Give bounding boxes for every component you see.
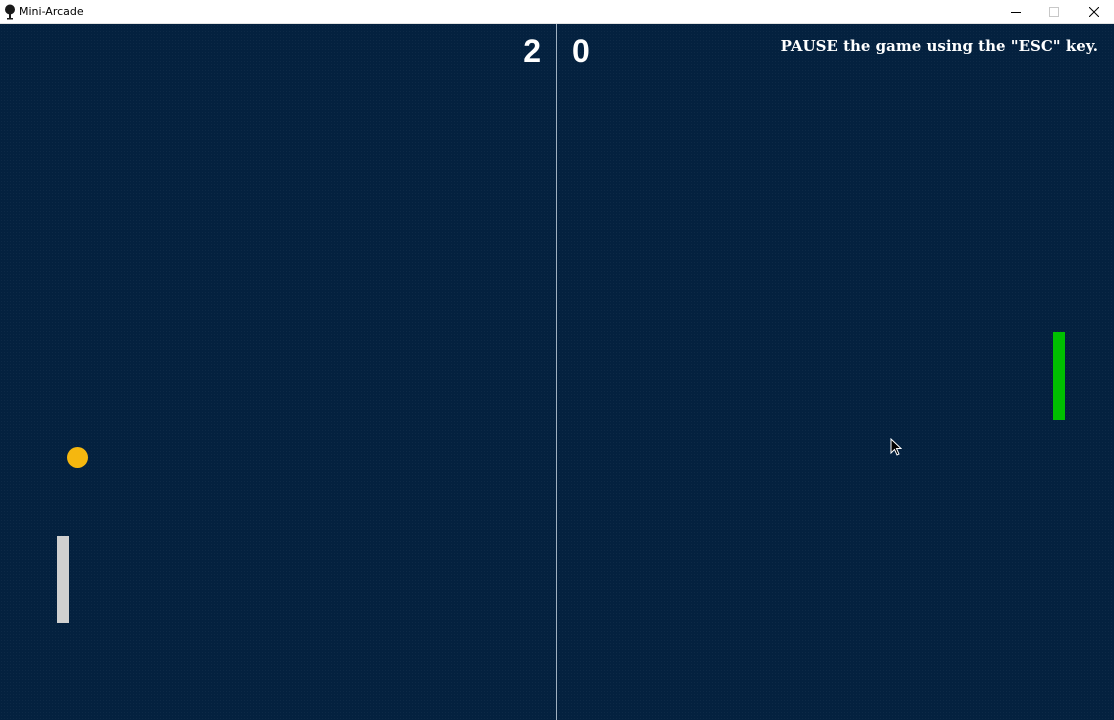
maximize-button[interactable] [1035, 0, 1073, 23]
right-player-score: 0 [572, 33, 590, 69]
window-title: Mini-Arcade [19, 5, 84, 18]
tree-icon [5, 4, 15, 20]
maximize-icon [1049, 6, 1059, 17]
center-net-line [556, 24, 557, 720]
game-canvas[interactable]: 2 0 PAUSE the game using the "ESC" key. [0, 24, 1114, 720]
mouse-cursor-icon [890, 438, 902, 456]
app-window: Mini-Arcade 2 0 PAUSE the game using the… [0, 0, 1114, 720]
left-paddle [57, 536, 69, 623]
close-icon [1089, 6, 1099, 17]
minimize-button[interactable] [997, 0, 1035, 23]
left-player-score: 2 [523, 33, 541, 69]
minimize-icon [1011, 11, 1021, 13]
right-paddle [1053, 332, 1065, 420]
pause-hint-text: PAUSE the game using the "ESC" key. [780, 37, 1098, 55]
title-bar[interactable]: Mini-Arcade [0, 0, 1114, 24]
close-button[interactable] [1075, 0, 1113, 23]
ball [67, 447, 88, 468]
